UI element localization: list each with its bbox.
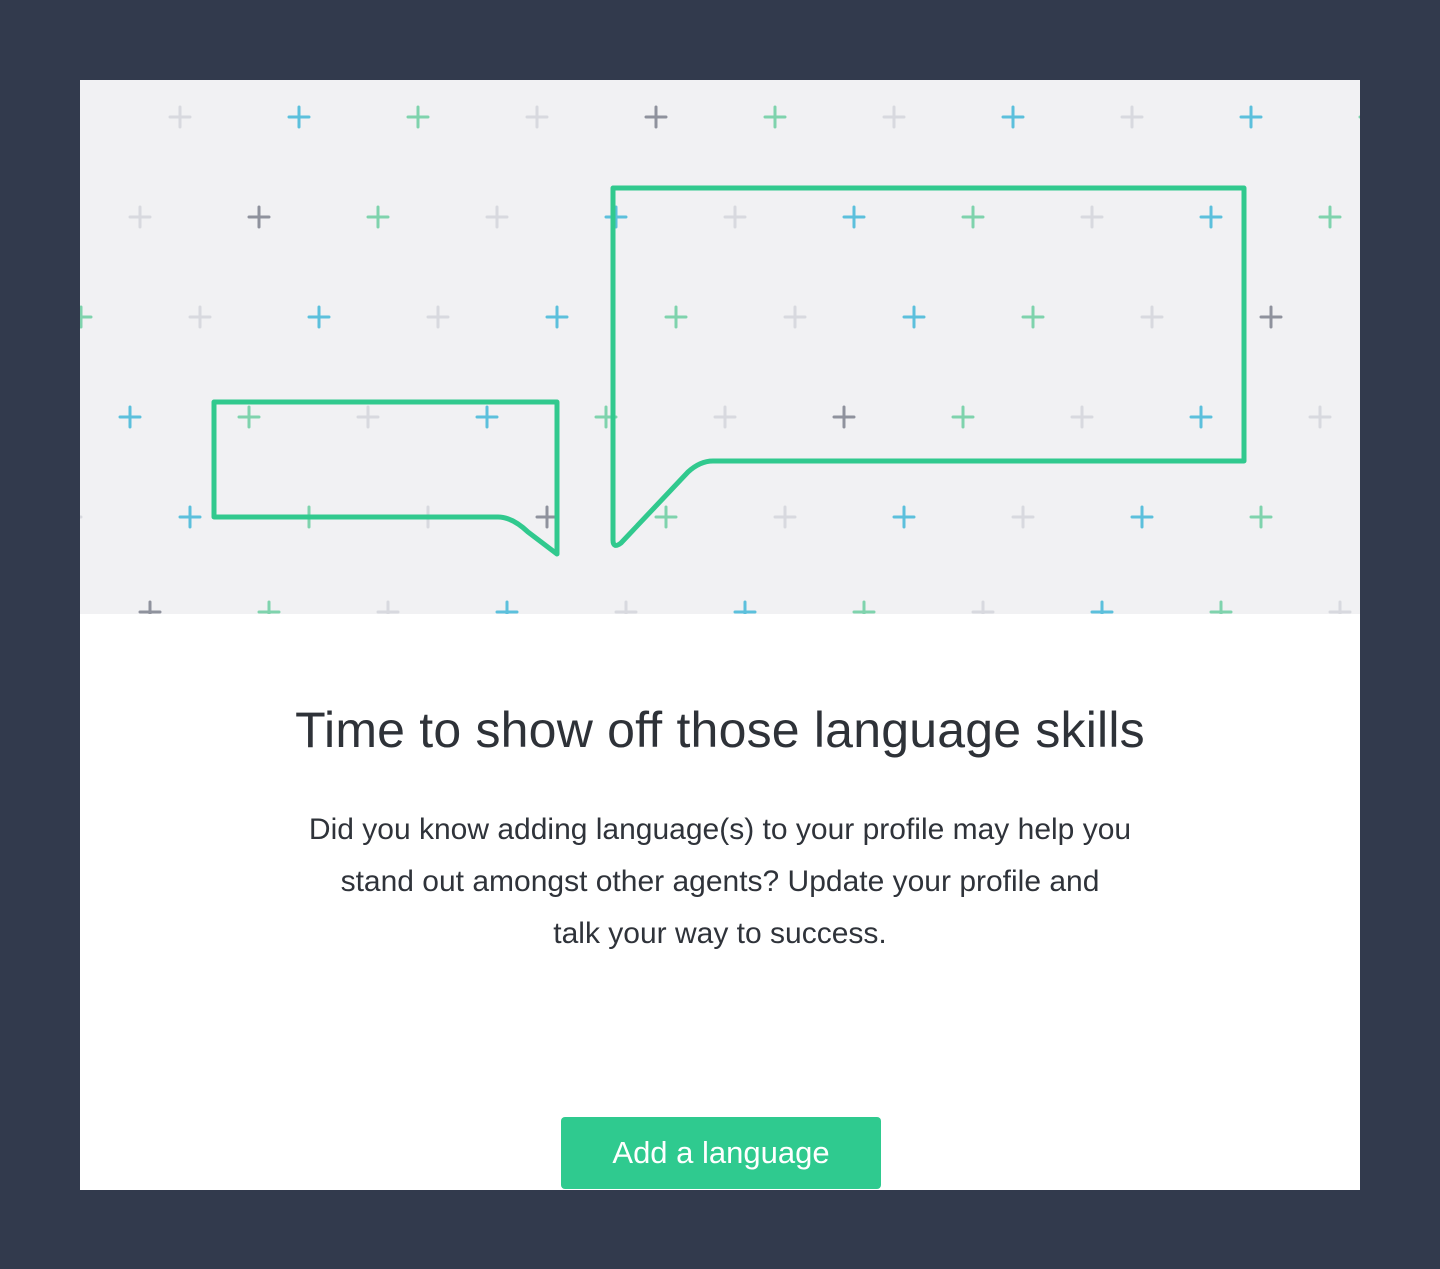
plus-icon: [1120, 105, 1144, 129]
plus-icon: [1011, 505, 1035, 529]
plus-icon: [832, 405, 856, 429]
plus-icon: [1239, 105, 1263, 129]
plus-icon: [287, 105, 311, 129]
promo-content: Time to show off those language skills D…: [80, 614, 1360, 1190]
plus-icon: [1001, 105, 1025, 129]
plus-icon: [485, 205, 509, 229]
page-title: Time to show off those language skills: [295, 702, 1145, 758]
plus-icon: [892, 505, 916, 529]
plus-icon: [406, 105, 430, 129]
plus-icon: [733, 600, 757, 614]
plus-icon: [654, 505, 678, 529]
plus-icon: [971, 600, 995, 614]
plus-icon: [1209, 600, 1233, 614]
hero-illustration: [80, 80, 1360, 614]
plus-icon: [1308, 405, 1332, 429]
plus-icon: [307, 305, 331, 329]
plus-icon: [902, 305, 926, 329]
plus-icon: [545, 305, 569, 329]
add-language-button[interactable]: Add a language: [561, 1117, 881, 1189]
plus-icon: [495, 600, 519, 614]
plus-icon: [1090, 600, 1114, 614]
plus-icon: [664, 305, 688, 329]
plus-icon: [763, 105, 787, 129]
plus-icon: [713, 405, 737, 429]
plus-icon: [1070, 405, 1094, 429]
plus-icon: [783, 305, 807, 329]
plus-icon: [247, 205, 271, 229]
plus-icon: [356, 405, 380, 429]
plus-icon: [525, 105, 549, 129]
plus-icon: [604, 205, 628, 229]
plus-icon: [188, 305, 212, 329]
plus-icon: [852, 600, 876, 614]
plus-icon: [535, 505, 559, 529]
plus-icon: [376, 600, 400, 614]
plus-icon: [773, 505, 797, 529]
plus-icon: [118, 405, 142, 429]
plus-icon: [951, 405, 975, 429]
plus-icon: [644, 105, 668, 129]
plus-icon: [842, 205, 866, 229]
plus-icon: [1140, 305, 1164, 329]
plus-icon: [138, 600, 162, 614]
plus-icon: [1318, 205, 1342, 229]
plus-icon: [426, 305, 450, 329]
promo-description: Did you know adding language(s) to your …: [308, 813, 1132, 950]
plus-icon: [128, 205, 152, 229]
plus-icon: [80, 305, 93, 329]
plus-icon: [237, 405, 261, 429]
large-speech-bubble-icon: [610, 185, 1247, 548]
plus-icon: [1021, 305, 1045, 329]
plus-icon: [168, 105, 192, 129]
plus-icon: [80, 515, 83, 519]
plus-pattern: [80, 105, 1360, 614]
plus-icon: [1259, 305, 1283, 329]
plus-icon: [961, 205, 985, 229]
plus-icon: [1249, 505, 1273, 529]
plus-icon: [1199, 205, 1223, 229]
plus-icon: [257, 600, 281, 614]
plus-icon: [723, 205, 747, 229]
plus-icon: [178, 505, 202, 529]
plus-icon: [366, 205, 390, 229]
plus-icon: [1328, 600, 1352, 614]
plus-icon: [1080, 205, 1104, 229]
promo-card: Time to show off those language skills D…: [80, 80, 1360, 1190]
plus-icon: [614, 600, 638, 614]
speech-bubbles-illustration: [80, 105, 1360, 614]
plus-icon: [1189, 405, 1213, 429]
plus-icon: [1130, 505, 1154, 529]
plus-icon: [882, 105, 906, 129]
small-speech-bubble-icon: [211, 399, 560, 557]
plus-icon: [475, 405, 499, 429]
